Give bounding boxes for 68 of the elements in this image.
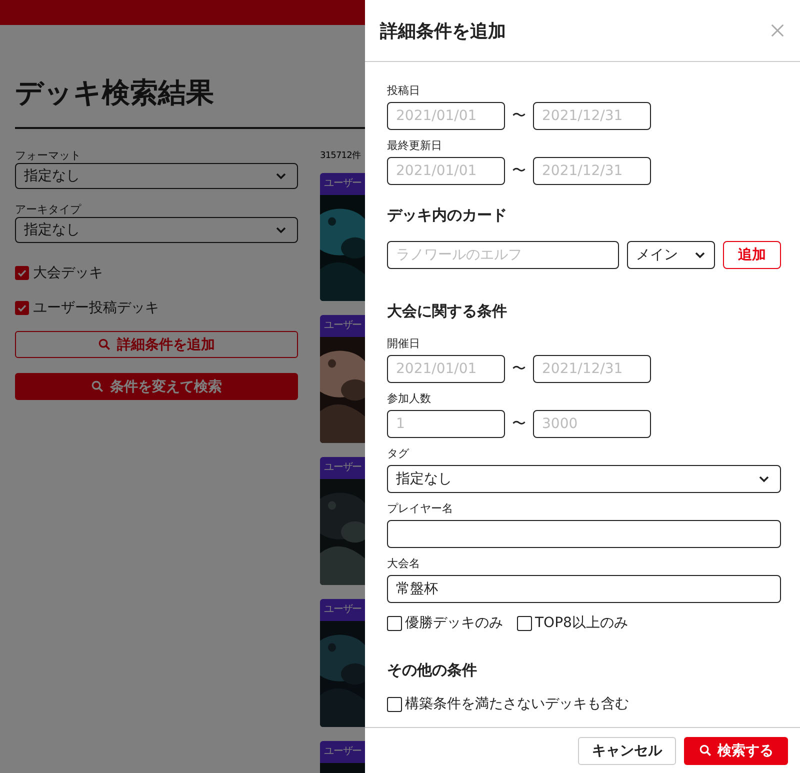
deck-card[interactable]: ユーザー xyxy=(320,173,365,301)
select-field[interactable]: 指定なし xyxy=(387,465,781,493)
search-icon xyxy=(698,744,712,757)
input-field[interactable]: 2021/12/31 xyxy=(533,355,651,383)
search-button[interactable]: 条件を変えて検索 xyxy=(15,373,298,400)
range-separator: 〜 xyxy=(511,360,527,378)
checkbox[interactable] xyxy=(517,616,532,630)
chevron-icon xyxy=(758,475,770,483)
checkbox-label: ユーザー投稿デッキ xyxy=(33,299,159,317)
input-field[interactable]: 2021/12/31 xyxy=(533,157,651,185)
add-button[interactable]: 追加 xyxy=(723,241,781,269)
select-field[interactable]: メイン xyxy=(627,241,715,269)
deck-card[interactable]: ユーザー xyxy=(320,741,365,773)
deck-card[interactable]: ユーザー xyxy=(320,315,365,443)
result-count: 315712件 xyxy=(320,150,362,163)
field-label: 最終更新日 xyxy=(387,139,443,153)
field-label: 参加人数 xyxy=(387,392,432,406)
field-label: 開催日 xyxy=(387,337,421,351)
checkbox[interactable] xyxy=(387,616,402,630)
checkbox[interactable] xyxy=(15,266,29,280)
deck-card[interactable]: ユーザー xyxy=(320,599,365,727)
search-icon xyxy=(98,338,111,351)
input-field[interactable]: 2021/01/01 xyxy=(387,157,505,185)
select-field[interactable]: 指定なし xyxy=(15,217,298,243)
section-heading: 大会に関する条件 xyxy=(387,301,508,321)
field-label: アーキタイプ xyxy=(15,203,82,217)
input-field[interactable]: 2021/01/01 xyxy=(387,355,505,383)
field-label: 大会名 xyxy=(387,557,421,571)
input-field[interactable]: 3000 xyxy=(533,410,651,438)
field-label: タグ xyxy=(387,447,410,461)
deck-badge: ユーザー xyxy=(320,599,365,621)
cancel-button[interactable]: キャンセル xyxy=(578,736,676,764)
input-field[interactable]: 1 xyxy=(387,410,505,438)
deck-badge: ユーザー xyxy=(320,457,365,479)
section-heading: その他の条件 xyxy=(387,660,478,680)
input-field[interactable]: 2021/12/31 xyxy=(533,102,651,130)
checkbox-label: 大会デッキ xyxy=(33,264,103,282)
modal-title: 詳細条件を追加 xyxy=(380,20,506,42)
deck-badge: ユーザー xyxy=(320,741,365,763)
input-field[interactable]: 常盤杯 xyxy=(387,575,781,603)
field-label: 投稿日 xyxy=(387,84,421,98)
checkbox[interactable] xyxy=(15,301,29,315)
deck-card[interactable]: ユーザー xyxy=(320,457,365,585)
range-separator: 〜 xyxy=(511,415,527,433)
range-separator: 〜 xyxy=(511,162,527,180)
search-icon xyxy=(91,380,104,393)
checkbox-label: 構築条件を満たさないデッキも含む xyxy=(405,695,629,713)
input-field[interactable]: 2021/01/01 xyxy=(387,102,505,130)
section-heading: デッキ内のカード xyxy=(387,205,508,225)
card-name-field[interactable]: ラノワールのエルフ xyxy=(387,241,619,269)
input-field[interactable] xyxy=(387,520,781,548)
field-label: プレイヤー名 xyxy=(387,502,454,516)
page-title: デッキ検索結果 xyxy=(15,75,214,111)
checkbox[interactable] xyxy=(387,696,402,712)
check-icon xyxy=(16,302,28,314)
search-button[interactable]: 詳細条件を追加 xyxy=(15,331,298,358)
checkbox-label: TOP8以上のみ xyxy=(535,614,628,632)
range-separator: 〜 xyxy=(511,107,527,125)
chevron-icon xyxy=(694,251,706,259)
select-field[interactable]: 指定なし xyxy=(15,163,298,189)
search-button[interactable]: 検索する xyxy=(684,736,788,764)
check-icon xyxy=(16,267,28,279)
field-label: フォーマット xyxy=(15,149,82,163)
deck-badge: ユーザー xyxy=(320,315,365,337)
deck-badge: ユーザー xyxy=(320,173,365,195)
checkbox-label: 優勝デッキのみ xyxy=(405,614,503,632)
chevron-icon xyxy=(275,226,287,234)
chevron-icon xyxy=(275,172,287,180)
